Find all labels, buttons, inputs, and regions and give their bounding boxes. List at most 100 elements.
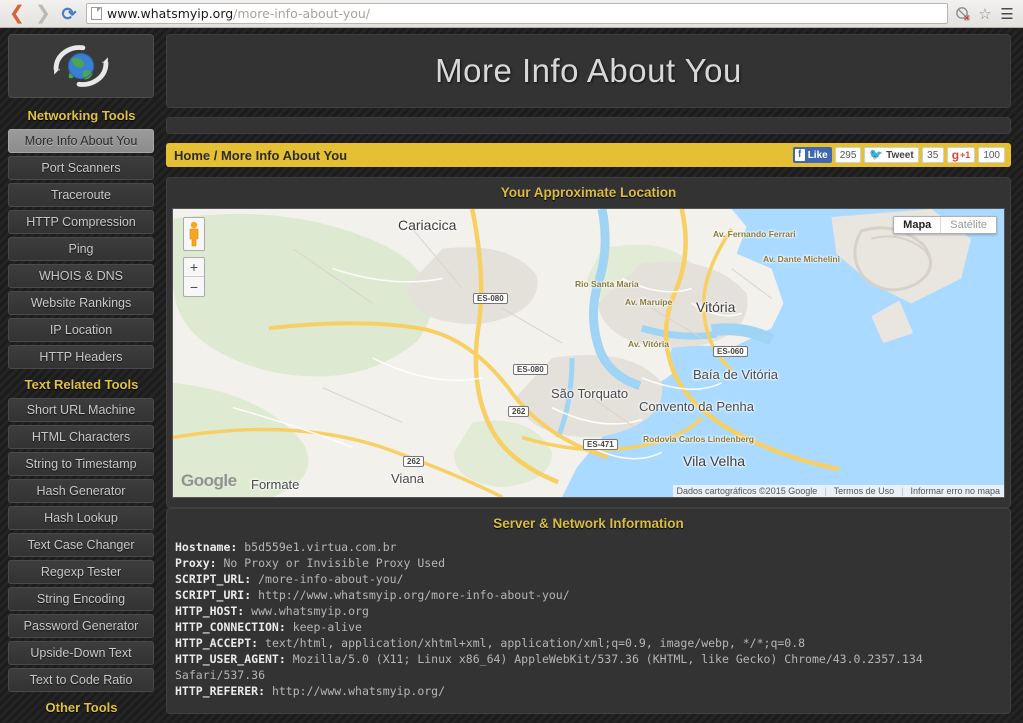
popup-blocked-icon[interactable] [953, 3, 973, 25]
sidebar-item-hash-generator[interactable]: Hash Generator [8, 479, 154, 503]
page-document-icon [91, 7, 102, 20]
zoom-in-button[interactable]: + [184, 258, 204, 277]
map-road-shield: ES-080 [513, 364, 548, 375]
server-info-key: HTTP_CONNECTION: [175, 620, 286, 634]
server-info-value: text/html, application/xhtml+xml, applic… [258, 636, 806, 650]
server-info-row: HTTP_HOST: www.whatsmyip.org [175, 603, 1002, 619]
sidebar-item-text-to-code-ratio[interactable]: Text to Code Ratio [8, 668, 154, 692]
sidebar-item-port-scanners[interactable]: Port Scanners [8, 156, 154, 180]
forward-arrow-icon[interactable]: ❯ [30, 1, 56, 27]
server-info-value: keep-alive [285, 620, 362, 634]
globe-arrows-logo-icon [53, 45, 109, 87]
sidebar-item-upside-down-text[interactable]: Upside-Down Text [8, 641, 154, 665]
sidebar-item-html-characters[interactable]: HTML Characters [8, 425, 154, 449]
server-info-value: http://www.whatsmyip.org/ [265, 684, 446, 698]
map-type-map-button[interactable]: Mapa [894, 217, 942, 233]
sidebar-item-ip-location[interactable]: IP Location [8, 318, 154, 342]
server-info-row: Proxy: No Proxy or Invisible Proxy Used [175, 555, 1002, 571]
server-info-value: /more-info-about-you/ [251, 572, 404, 586]
ad-slot [166, 117, 1011, 134]
twitter-bird-icon: 🐦 [869, 148, 884, 161]
server-info-value: http://www.whatsmyip.org/more-info-about… [251, 588, 570, 602]
sidebar-item-regexp-tester[interactable]: Regexp Tester [8, 560, 154, 584]
sidebar-item-whois-dns[interactable]: WHOIS & DNS [8, 264, 154, 288]
sidebar-item-string-to-timestamp[interactable]: String to Timestamp [8, 452, 154, 476]
street-view-pegman[interactable] [183, 217, 205, 251]
map-terms-link[interactable]: Termos de Uso [834, 486, 895, 496]
location-heading: Your Approximate Location [500, 185, 677, 200]
map-graphics [173, 209, 1004, 497]
map-road-shield: 262 [508, 406, 530, 417]
facebook-like-label: Like [807, 149, 828, 161]
breadcrumb[interactable]: Home / More Info About You [174, 148, 347, 163]
map-report-link[interactable]: Informar erro no mapa [910, 486, 1000, 496]
toolbar-right-icons: ☆ ☰ [953, 3, 1019, 25]
sidebar-item-short-url-machine[interactable]: Short URL Machine [8, 398, 154, 422]
server-info-key: Proxy: [175, 556, 217, 570]
server-info-row: Hostname: b5d559e1.virtua.com.br [175, 539, 1002, 555]
sidebar-category-text-related-tools: Text Related Tools [24, 377, 139, 392]
breadcrumb-bar: Home / More Info About You f Like 295 🐦 … [166, 143, 1011, 167]
reload-icon[interactable]: ⟳ [56, 1, 82, 27]
page-title-panel: More Info About You [166, 34, 1011, 108]
server-info-row: SCRIPT_URI: http://www.whatsmyip.org/mor… [175, 587, 1002, 603]
sidebar-item-hash-lookup[interactable]: Hash Lookup [8, 506, 154, 530]
google-plus-one-count: 100 [978, 147, 1005, 163]
location-panel: Your Approximate Location + − Mapa Satél… [166, 177, 1011, 508]
server-info-value: Mozilla/5.0 (X11; Linux x86_64) AppleWeb… [175, 652, 930, 682]
site-logo[interactable] [8, 34, 154, 98]
facebook-like-button[interactable]: f Like [792, 147, 832, 163]
sidebar-item-traceroute[interactable]: Traceroute [8, 183, 154, 207]
star-icon[interactable]: ☆ [975, 3, 995, 25]
map-road-shield: ES-080 [473, 293, 508, 304]
server-info-heading: Server & Network Information [493, 516, 684, 531]
url-text: www.whatsmyip.org/more-info-about-you/ [107, 6, 370, 21]
server-info-row: HTTP_REFERER: http://www.whatsmyip.org/ [175, 683, 1002, 699]
main-content: More Info About You Home / More Info Abo… [166, 28, 1023, 723]
twitter-tweet-count: 35 [921, 147, 944, 163]
server-info-key: HTTP_ACCEPT: [175, 636, 259, 650]
google-plus-one-button[interactable]: g +1 [946, 147, 976, 163]
browser-toolbar: ❮ ❯ ⟳ www.whatsmyip.org/more-info-about-… [0, 0, 1023, 28]
facebook-like-count: 295 [834, 147, 862, 163]
sidebar-item-string-encoding[interactable]: String Encoding [8, 587, 154, 611]
map-attribution: Dados cartográficos ©2015 Google | Termo… [672, 485, 1004, 497]
twitter-tweet-label: Tweet [886, 149, 914, 161]
sidebar-category-networking-tools: Networking Tools [27, 108, 136, 123]
map-zoom-control: + − [183, 257, 205, 297]
facebook-icon: f [794, 149, 805, 161]
map-road-shield: ES-471 [583, 439, 618, 450]
sidebar-item-password-generator[interactable]: Password Generator [8, 614, 154, 638]
map-canvas[interactable]: + − Mapa Satélite Cariacica Vitória São To… [172, 208, 1005, 498]
server-info-panel: Server & Network Information Hostname: b… [166, 508, 1011, 714]
sidebar-item-text-case-changer[interactable]: Text Case Changer [8, 533, 154, 557]
sidebar-category-other-tools: Other Tools [45, 700, 118, 715]
server-info-value: No Proxy or Invisible Proxy Used [216, 556, 446, 570]
attribution-separator-1: | [824, 486, 827, 496]
map-type-control: Mapa Satélite [893, 216, 997, 234]
sidebar-item-ping[interactable]: Ping [8, 237, 154, 261]
server-info-value: b5d559e1.virtua.com.br [237, 540, 397, 554]
sidebar-item-more-info-about-you[interactable]: More Info About You [8, 129, 154, 153]
google-plus-icon: g [951, 148, 960, 162]
hamburger-menu-icon[interactable]: ☰ [997, 3, 1017, 25]
sidebar: Networking Tools More Info About You Port … [0, 28, 163, 723]
sidebar-item-http-headers[interactable]: HTTP Headers [8, 345, 154, 369]
server-info-key: Hostname: [175, 540, 238, 554]
zoom-out-button[interactable]: − [184, 277, 204, 296]
sidebar-sections: Networking Tools More Info About You Port … [8, 103, 155, 721]
page-root: Networking Tools More Info About You Port … [0, 28, 1023, 723]
sidebar-item-http-compression[interactable]: HTTP Compression [8, 210, 154, 234]
sidebar-item-website-rankings[interactable]: Website Rankings [8, 291, 154, 315]
server-info-row: HTTP_ACCEPT: text/html, application/xhtm… [175, 635, 1002, 651]
address-bar[interactable]: www.whatsmyip.org/more-info-about-you/ [86, 3, 948, 24]
server-info-key: SCRIPT_URI: [175, 588, 252, 602]
map-copyright: Dados cartográficos ©2015 Google [676, 486, 818, 496]
map-road-shield: 262 [403, 456, 425, 467]
twitter-tweet-button[interactable]: 🐦 Tweet [864, 147, 919, 163]
server-info-key: HTTP_REFERER: [175, 684, 266, 698]
server-info-value: www.whatsmyip.org [244, 604, 369, 618]
attribution-separator-2: | [901, 486, 904, 496]
map-type-satellite-button[interactable]: Satélite [941, 217, 996, 233]
back-arrow-icon[interactable]: ❮ [4, 1, 30, 27]
